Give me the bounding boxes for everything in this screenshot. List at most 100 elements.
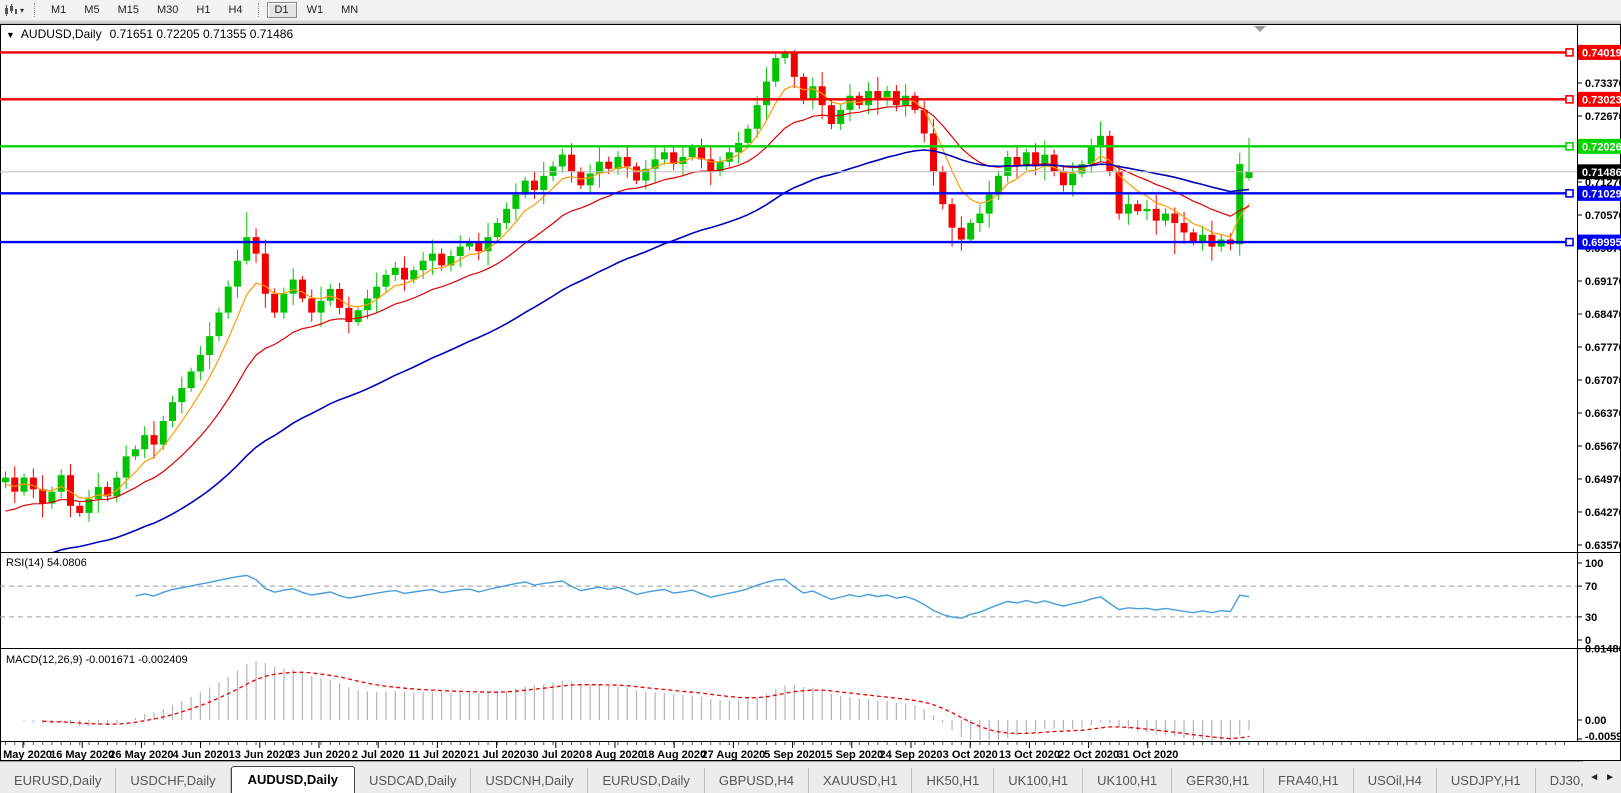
timeframe-buttons: M1M5M15M30H1H4 D1W1MN xyxy=(42,2,367,18)
candle xyxy=(587,174,594,186)
candle xyxy=(670,152,677,164)
candle xyxy=(132,449,139,456)
candle xyxy=(661,152,668,159)
symbol-tab-usdchf-daily[interactable]: USDCHF,Daily xyxy=(116,768,230,793)
level-axis-marker xyxy=(1566,49,1573,56)
candle xyxy=(150,435,157,444)
chart-type-button[interactable]: ▾ xyxy=(0,4,28,17)
candle xyxy=(271,294,278,313)
tab-scroll-right-icon[interactable]: ► xyxy=(1605,772,1615,783)
date-label: 13 Jun 2020 xyxy=(229,749,291,761)
candle xyxy=(382,275,389,287)
candle xyxy=(624,157,631,166)
candle xyxy=(744,129,751,143)
price-axis-tick-label: 0.66370 xyxy=(1585,408,1621,420)
candle xyxy=(1181,223,1188,232)
candle xyxy=(1134,204,1141,211)
timeframe-button-m5[interactable]: M5 xyxy=(76,2,107,18)
symbol-tab-bar: EURUSD,DailyUSDCHF,DailyAUDUSD,DailyUSDC… xyxy=(0,761,1621,793)
candle xyxy=(197,355,204,371)
price-axis-tick-label: 0.63570 xyxy=(1585,540,1621,552)
date-label: 26 May 2020 xyxy=(109,749,173,761)
candle xyxy=(76,506,83,513)
symbol-tab-ger30-h1[interactable]: GER30,H1 xyxy=(1172,768,1264,793)
candle xyxy=(837,110,844,124)
timeframe-button-h4[interactable]: H4 xyxy=(220,2,250,18)
price-axis-tick-label: 0.68470 xyxy=(1585,309,1621,321)
candle xyxy=(234,261,241,287)
macd-indicator-label: MACD(12,26,9) -0.001671 -0.002409 xyxy=(6,654,188,666)
timeframe-button-m15[interactable]: M15 xyxy=(110,2,147,18)
date-label: 13 Oct 2020 xyxy=(999,749,1060,761)
candle xyxy=(559,155,566,167)
candle xyxy=(1143,209,1150,211)
symbol-tab-fra40-h1[interactable]: FRA40,H1 xyxy=(1264,768,1354,793)
candle xyxy=(438,254,445,266)
candle xyxy=(95,487,102,499)
tab-scroll-left-icon[interactable]: ◄ xyxy=(1589,772,1599,783)
chart-title-symbol: AUDUSD,Daily xyxy=(21,27,102,41)
price-axis-tick-label: 0.69170 xyxy=(1585,276,1621,288)
symbol-tab-uk100-h1[interactable]: UK100,H1 xyxy=(1083,768,1172,793)
candle xyxy=(1246,172,1253,178)
candle xyxy=(401,268,408,280)
candle xyxy=(1236,164,1243,244)
price-axis-tick-label: 0.65670 xyxy=(1585,441,1621,453)
candle xyxy=(429,254,436,261)
symbol-tab-eurusd-daily[interactable]: EURUSD,Daily xyxy=(0,768,116,793)
candle xyxy=(939,171,946,204)
candle xyxy=(967,223,974,239)
symbol-tab-xauusd-h1[interactable]: XAUUSD,H1 xyxy=(809,768,912,793)
candle xyxy=(754,105,761,129)
candle xyxy=(290,280,297,294)
candle xyxy=(828,105,835,124)
symbol-tab-usdjpy-h1[interactable]: USDJPY,H1 xyxy=(1437,768,1536,793)
timeframe-button-d1[interactable]: D1 xyxy=(267,2,297,18)
timeframe-toolbar: ▾ M1M5M15M30H1H4 D1W1MN xyxy=(0,0,1621,20)
symbol-tab-uk100-h1[interactable]: UK100,H1 xyxy=(994,768,1083,793)
symbol-tab-hk50-h1[interactable]: HK50,H1 xyxy=(912,768,994,793)
symbol-tab-usdcnh-daily[interactable]: USDCNH,Daily xyxy=(471,768,588,793)
chart-type-caret-icon: ▾ xyxy=(20,6,24,15)
candle xyxy=(225,287,232,313)
date-label: 31 Oct 2020 xyxy=(1117,749,1178,761)
candle xyxy=(976,214,983,223)
price-badge-label: 0.74019 xyxy=(1582,47,1621,59)
candle xyxy=(503,209,510,223)
candle xyxy=(2,478,9,483)
chart-canvas[interactable]: 10070300 0.0148610.00-0.005938 0.733700.… xyxy=(0,24,1621,761)
candle xyxy=(949,204,956,228)
timeframe-button-m30[interactable]: M30 xyxy=(149,2,186,18)
price-badge-label: 0.72026 xyxy=(1582,141,1621,153)
date-label: 7 May 2020 xyxy=(0,749,52,761)
price-axis-tick-label: 0.72670 xyxy=(1585,111,1621,123)
timeframe-button-m1[interactable]: M1 xyxy=(43,2,74,18)
timeframe-button-h1[interactable]: H1 xyxy=(188,2,218,18)
chart-title: ▼AUDUSD,Daily0.71651 0.72205 0.71355 0.7… xyxy=(6,27,293,41)
candle xyxy=(206,336,213,355)
candle xyxy=(735,143,742,152)
candle xyxy=(550,166,557,175)
candle xyxy=(540,176,547,190)
candle xyxy=(11,478,18,492)
date-label: 2 Jul 2020 xyxy=(352,749,405,761)
price-badge-label: 0.69995 xyxy=(1582,237,1621,249)
date-label: 30 Jul 2020 xyxy=(526,749,585,761)
candle xyxy=(772,58,779,82)
symbol-tab-audusd-daily[interactable]: AUDUSD,Daily xyxy=(231,766,355,793)
symbol-tab-usdcad-daily[interactable]: USDCAD,Daily xyxy=(355,768,471,793)
candle xyxy=(39,489,46,503)
symbol-tab-usoil-h4[interactable]: USOil,H4 xyxy=(1354,768,1437,793)
symbol-tab-eurusd-daily[interactable]: EURUSD,Daily xyxy=(588,768,704,793)
candle xyxy=(633,166,640,180)
candle xyxy=(865,91,872,105)
timeframe-button-mn[interactable]: MN xyxy=(333,2,366,18)
candle xyxy=(958,228,965,240)
tab-scroll-arrows: ◄ ► xyxy=(1583,761,1621,793)
candle xyxy=(373,287,380,299)
symbol-tab-gbpusd-h4[interactable]: GBPUSD,H4 xyxy=(705,768,809,793)
candle xyxy=(494,223,501,237)
price-badge-label: 0.71029 xyxy=(1582,188,1621,200)
candle xyxy=(921,110,928,134)
timeframe-button-w1[interactable]: W1 xyxy=(299,2,332,18)
